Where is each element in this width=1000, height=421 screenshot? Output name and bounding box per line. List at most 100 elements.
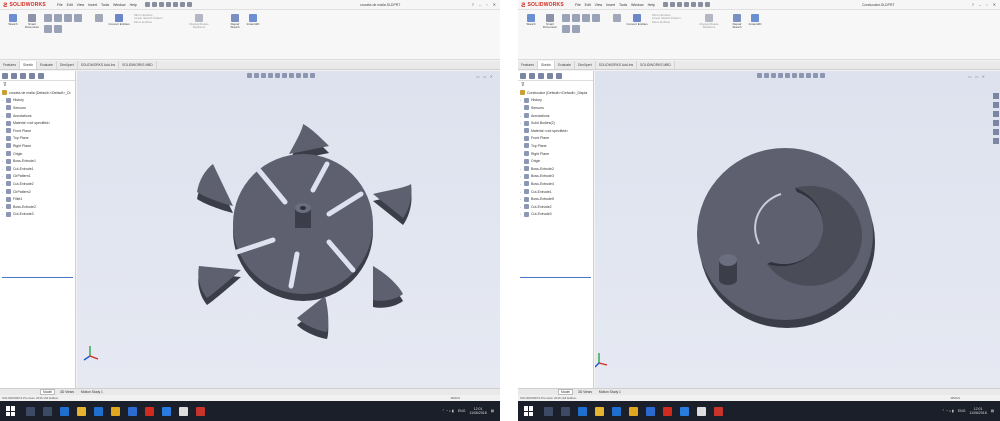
tree-item[interactable]: › Cut-Extrude2 <box>2 180 75 188</box>
print-icon[interactable] <box>683 2 689 7</box>
close-button[interactable]: ✕ <box>993 2 996 7</box>
tree-item[interactable]: Right Plane <box>520 150 593 158</box>
menu-window[interactable]: Window <box>113 3 125 7</box>
menu-edit[interactable]: Edit <box>67 3 73 7</box>
windows-start-icon[interactable] <box>6 406 16 416</box>
tree-item[interactable]: › Cut-Extrude3 <box>2 211 75 219</box>
tab-addins[interactable]: SOLIDWORKS Add-Ins <box>596 61 638 69</box>
display-manager-icon[interactable] <box>556 72 562 79</box>
tree-item[interactable]: › Boss-Extrude1 <box>2 157 75 165</box>
search-icon[interactable] <box>544 406 553 416</box>
tree-item[interactable]: › Boss-Extrude2 <box>2 203 75 211</box>
tree-item[interactable]: › Annotations <box>2 112 75 120</box>
new-icon[interactable] <box>144 2 150 7</box>
tree-item[interactable]: › Boss-Extrude5 <box>520 195 593 203</box>
text-icon[interactable] <box>572 25 580 33</box>
tab-motion-study[interactable]: Motion Study 1 <box>597 390 623 394</box>
feature-manager-icon[interactable] <box>520 72 526 79</box>
language-indicator[interactable]: ENG <box>958 409 966 413</box>
tab-sketch[interactable]: Sketch <box>538 61 556 69</box>
close-button[interactable]: ✕ <box>493 2 496 7</box>
sketch-button[interactable]: Sketch <box>522 14 540 26</box>
solidworks-taskbar-icon[interactable] <box>714 406 723 416</box>
rectangle-icon[interactable] <box>74 14 82 22</box>
app-icon[interactable] <box>111 406 120 416</box>
options-icon[interactable] <box>186 2 192 7</box>
undo-icon[interactable] <box>690 2 696 7</box>
save-icon[interactable] <box>676 2 682 7</box>
smart-dimension-button[interactable]: Smart Dimension <box>540 14 560 30</box>
dimxpert-manager-icon[interactable] <box>547 72 553 79</box>
language-indicator[interactable]: ENG <box>458 409 466 413</box>
tree-item[interactable]: › CirPattern1 <box>2 173 75 181</box>
tab-mbd[interactable]: SOLIDWORKS MBD <box>119 61 157 69</box>
tab-evaluate[interactable]: Evaluate <box>555 61 575 69</box>
line-icon[interactable] <box>562 14 570 22</box>
slot-icon[interactable] <box>562 25 570 33</box>
minimize-button[interactable]: – <box>479 2 481 7</box>
line-icon[interactable] <box>44 14 52 22</box>
tree-item[interactable]: Right Plane <box>2 142 75 150</box>
app-icon[interactable] <box>663 406 672 416</box>
tree-item[interactable]: Top Plane <box>2 135 75 143</box>
menu-tools[interactable]: Tools <box>101 3 109 7</box>
solidworks-logo[interactable]: ƨ SOLIDWORKS <box>3 0 57 9</box>
notifications-icon[interactable]: ▤ <box>491 409 494 413</box>
spline-icon[interactable] <box>582 14 590 22</box>
tree-item[interactable]: Material <not specified> <box>520 127 593 135</box>
tab-dimxpert[interactable]: DimXpert <box>57 61 78 69</box>
tree-item[interactable]: Origin <box>2 150 75 158</box>
tree-root[interactable]: cruceta de malla (Default<<Default>_Di <box>2 89 75 97</box>
tab-evaluate[interactable]: Evaluate <box>37 61 57 69</box>
property-manager-icon[interactable] <box>529 72 535 79</box>
tab-motion-study[interactable]: Motion Study 1 <box>79 390 105 394</box>
tab-3d-views[interactable]: 3D Views <box>58 390 76 394</box>
tree-item[interactable]: › Cut-Extrude1 <box>2 165 75 173</box>
circle-icon[interactable] <box>572 14 580 22</box>
notifications-icon[interactable]: ▤ <box>991 409 994 413</box>
smart-dimension-button[interactable]: Smart Dimension <box>22 14 42 30</box>
menu-edit[interactable]: Edit <box>585 3 591 7</box>
graphics-viewport[interactable]: ▭ ▭ ✕ <box>77 71 500 388</box>
tree-item[interactable]: Fillet1 <box>2 195 75 203</box>
menu-tools[interactable]: Tools <box>619 3 627 7</box>
minimize-button[interactable]: – <box>979 2 981 7</box>
tree-item[interactable]: › Cut-Extrude2 <box>520 203 593 211</box>
convert-entities-button[interactable]: Convert Entities <box>108 14 130 26</box>
menu-insert[interactable]: Insert <box>606 3 615 7</box>
chrome-icon[interactable] <box>128 406 137 416</box>
menu-help[interactable]: Help <box>130 3 137 7</box>
dimxpert-manager-icon[interactable] <box>29 72 35 79</box>
move-entities-button[interactable]: Move Entities <box>652 20 670 24</box>
repair-sketch-button[interactable]: Repair Sketch <box>228 14 242 30</box>
graphics-viewport[interactable]: ▭ ▭ ✕ <box>595 71 1000 388</box>
app-icon[interactable] <box>629 406 638 416</box>
rebuild-icon[interactable] <box>179 2 185 7</box>
filter-icon[interactable]: ⊽ <box>0 81 75 89</box>
display-delete-relations-button[interactable]: Display/Delete Relations <box>694 14 724 30</box>
menu-window[interactable]: Window <box>631 3 643 7</box>
search-icon[interactable] <box>26 406 35 416</box>
property-manager-icon[interactable] <box>11 72 17 79</box>
task-view-icon[interactable] <box>561 406 570 416</box>
tree-item[interactable]: Sensors <box>2 104 75 112</box>
edge-icon[interactable] <box>60 406 69 416</box>
app-icon[interactable] <box>145 406 154 416</box>
options-icon[interactable] <box>704 2 710 7</box>
tree-item[interactable]: Front Plane <box>520 135 593 143</box>
menu-file[interactable]: File <box>575 3 581 7</box>
units-selector[interactable]: MMGS <box>451 396 460 400</box>
tab-addins[interactable]: SOLIDWORKS Add-Ins <box>78 61 120 69</box>
trim-button[interactable] <box>608 14 626 23</box>
tab-mbd[interactable]: SOLIDWORKS MBD <box>637 61 675 69</box>
tab-sketch[interactable]: Sketch <box>20 61 38 69</box>
save-icon[interactable] <box>158 2 164 7</box>
solidworks-logo[interactable]: ƨ SOLIDWORKS <box>521 0 575 9</box>
tray-icons[interactable]: ⌃ ◔ ◖ ▮ <box>442 409 454 413</box>
menu-view[interactable]: View <box>595 3 603 7</box>
edge-icon[interactable] <box>578 406 587 416</box>
chrome-icon[interactable] <box>646 406 655 416</box>
file-explorer-icon[interactable] <box>595 406 604 416</box>
print-icon[interactable] <box>165 2 171 7</box>
tree-item[interactable]: › Cut-Extrude3 <box>520 211 593 219</box>
